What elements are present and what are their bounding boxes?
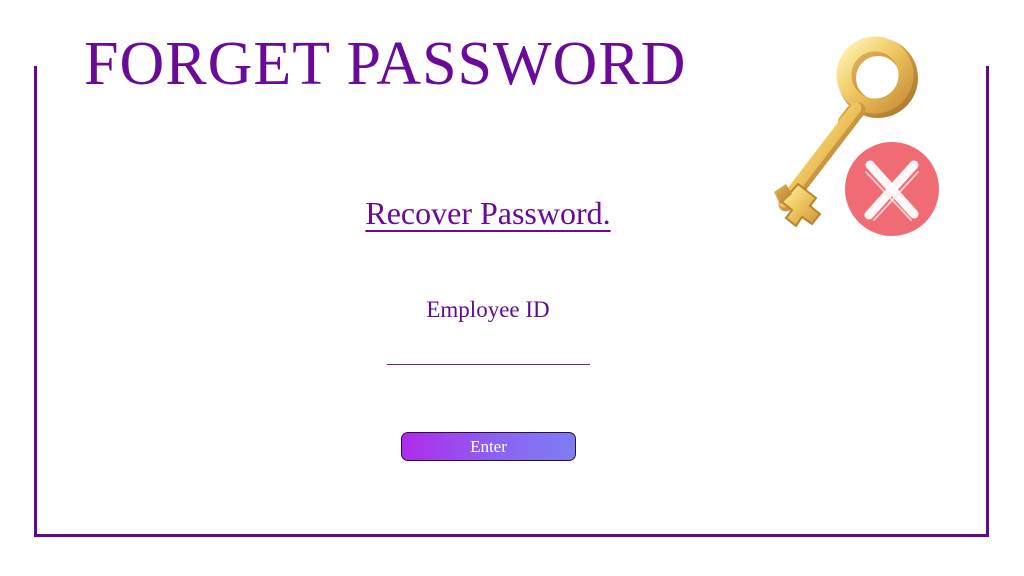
page-title: FORGET PASSWORD [84,30,687,98]
enter-button[interactable]: Enter [401,432,576,461]
forget-password-page: FORGET PASSWORD Recover Password. Employ… [0,0,1024,576]
recover-password-heading: Recover Password. [365,195,611,231]
employee-id-input[interactable] [387,340,590,365]
employee-id-label: Employee ID [426,297,550,322]
